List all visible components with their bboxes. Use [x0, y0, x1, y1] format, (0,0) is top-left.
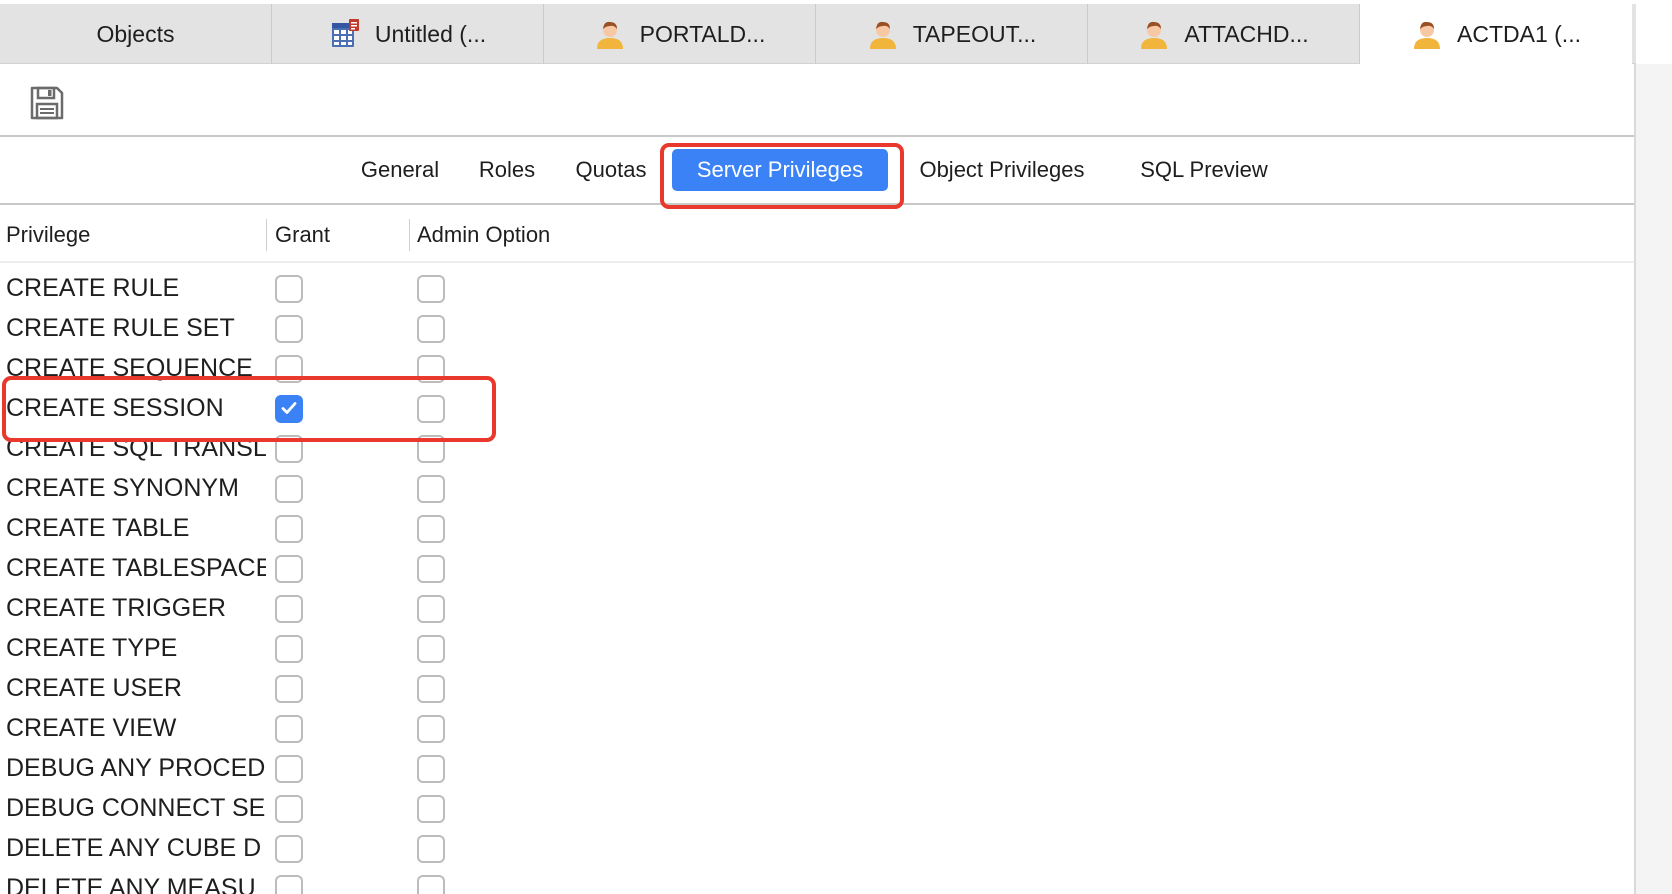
column-divider[interactable]	[266, 219, 267, 251]
grant-checkbox[interactable]	[275, 795, 303, 823]
user-icon	[1411, 18, 1443, 50]
column-header-grant[interactable]: Grant	[275, 207, 330, 263]
user-icon	[867, 18, 899, 50]
grant-checkbox[interactable]	[275, 715, 303, 743]
doc-tab-untitled-query[interactable]: Untitled (...	[272, 4, 544, 64]
highlight-box-create-session	[2, 376, 496, 442]
tab-roles[interactable]: Roles	[470, 149, 544, 191]
document-tab-bar: Objects Untitled (... PORTALD... TAPEOUT…	[0, 4, 1636, 64]
window-edge	[1636, 0, 1672, 64]
privilege-name: CREATE VIEW	[6, 714, 177, 742]
admin-option-checkbox[interactable]	[417, 875, 445, 894]
doc-tab-label: PORTALD...	[639, 20, 766, 47]
doc-tab-portald-user[interactable]: PORTALD...	[544, 4, 816, 64]
grant-checkbox[interactable]	[275, 595, 303, 623]
table-row[interactable]: CREATE TRIGGER	[0, 588, 1634, 628]
doc-tab-label: Objects	[96, 20, 175, 47]
doc-tab-label: ATTACHD...	[1184, 20, 1309, 47]
doc-tab-attachd-user[interactable]: ATTACHD...	[1088, 4, 1360, 64]
table-row[interactable]: CREATE USER	[0, 668, 1634, 708]
user-icon	[1138, 18, 1170, 50]
grant-checkbox[interactable]	[275, 475, 303, 503]
admin-option-checkbox[interactable]	[417, 515, 445, 543]
table-row[interactable]: DELETE ANY CUBE D	[0, 828, 1634, 868]
privilege-name: CREATE RULE	[6, 274, 180, 302]
privilege-name: CREATE USER	[6, 674, 182, 702]
doc-tab-label: TAPEOUT...	[912, 20, 1037, 47]
grant-checkbox[interactable]	[275, 635, 303, 663]
privilege-name: DEBUG ANY PROCED	[6, 754, 266, 782]
query-grid-icon	[329, 18, 361, 50]
privilege-name: CREATE RULE SET	[6, 314, 235, 342]
column-divider[interactable]	[409, 219, 410, 251]
toolbar	[0, 64, 1634, 137]
grant-checkbox[interactable]	[275, 315, 303, 343]
admin-option-checkbox[interactable]	[417, 275, 445, 303]
save-icon	[28, 86, 66, 126]
privilege-name: CREATE SYNONYM	[6, 474, 239, 502]
user-icon	[594, 18, 626, 50]
doc-tab-label: Untitled (...	[374, 20, 487, 47]
admin-option-checkbox[interactable]	[417, 635, 445, 663]
doc-tab-tapeout-user[interactable]: TAPEOUT...	[816, 4, 1088, 64]
tab-quotas[interactable]: Quotas	[566, 149, 656, 191]
right-scroll-gutter[interactable]	[1634, 64, 1672, 894]
table-row[interactable]: CREATE TABLESPACE	[0, 548, 1634, 588]
doc-tab-actda1-user[interactable]: ACTDA1 (...	[1360, 4, 1632, 64]
tab-general[interactable]: General	[352, 149, 448, 191]
table-row[interactable]: CREATE SYNONYM	[0, 468, 1634, 508]
table-row[interactable]: CREATE TABLE	[0, 508, 1634, 548]
grant-checkbox[interactable]	[275, 835, 303, 863]
doc-tab-label: ACTDA1 (...	[1457, 20, 1581, 47]
privilege-name: DELETE ANY CUBE D	[6, 834, 262, 862]
privilege-name: CREATE TYPE	[6, 634, 178, 662]
admin-option-checkbox[interactable]	[417, 475, 445, 503]
table-row[interactable]: DEBUG ANY PROCED	[0, 748, 1634, 788]
column-header-privilege[interactable]: Privilege	[6, 207, 90, 263]
privilege-name: CREATE TRIGGER	[6, 594, 226, 622]
doc-tab-objects[interactable]: Objects	[0, 4, 272, 64]
admin-option-checkbox[interactable]	[417, 835, 445, 863]
admin-option-checkbox[interactable]	[417, 595, 445, 623]
admin-option-checkbox[interactable]	[417, 755, 445, 783]
highlight-box-server-privileges	[660, 143, 904, 209]
tab-sql-preview[interactable]: SQL Preview	[1124, 149, 1284, 191]
admin-option-checkbox[interactable]	[417, 315, 445, 343]
privilege-list: CREATE RULE CREATE RULE SET CREATE SEQUENC…	[0, 268, 1634, 894]
admin-option-checkbox[interactable]	[417, 675, 445, 703]
grant-checkbox[interactable]	[275, 275, 303, 303]
grant-checkbox[interactable]	[275, 555, 303, 583]
privilege-name: CREATE TABLE	[6, 514, 190, 542]
table-row[interactable]: CREATE TYPE	[0, 628, 1634, 668]
grant-checkbox[interactable]	[275, 875, 303, 894]
privilege-name: CREATE TABLESPACE	[6, 554, 266, 582]
tab-object-privileges[interactable]: Object Privileges	[904, 149, 1100, 191]
column-header-admin-option[interactable]: Admin Option	[417, 207, 550, 263]
admin-option-checkbox[interactable]	[417, 715, 445, 743]
table-row[interactable]: CREATE RULE	[0, 268, 1634, 308]
grid-header: Privilege Grant Admin Option	[0, 207, 1634, 263]
grant-checkbox[interactable]	[275, 755, 303, 783]
table-row[interactable]: DEBUG CONNECT SE	[0, 788, 1634, 828]
table-row[interactable]: CREATE RULE SET	[0, 308, 1634, 348]
privilege-name: DEBUG CONNECT SE	[6, 794, 266, 822]
admin-option-checkbox[interactable]	[417, 795, 445, 823]
save-button[interactable]	[28, 84, 66, 122]
grant-checkbox[interactable]	[275, 515, 303, 543]
table-row[interactable]: CREATE VIEW	[0, 708, 1634, 748]
table-row[interactable]: DELETE ANY MEASU	[0, 868, 1634, 894]
app-window: Objects Untitled (... PORTALD... TAPEOUT…	[0, 0, 1672, 894]
admin-option-checkbox[interactable]	[417, 555, 445, 583]
privilege-name: DELETE ANY MEASU	[6, 874, 256, 894]
grant-checkbox[interactable]	[275, 675, 303, 703]
